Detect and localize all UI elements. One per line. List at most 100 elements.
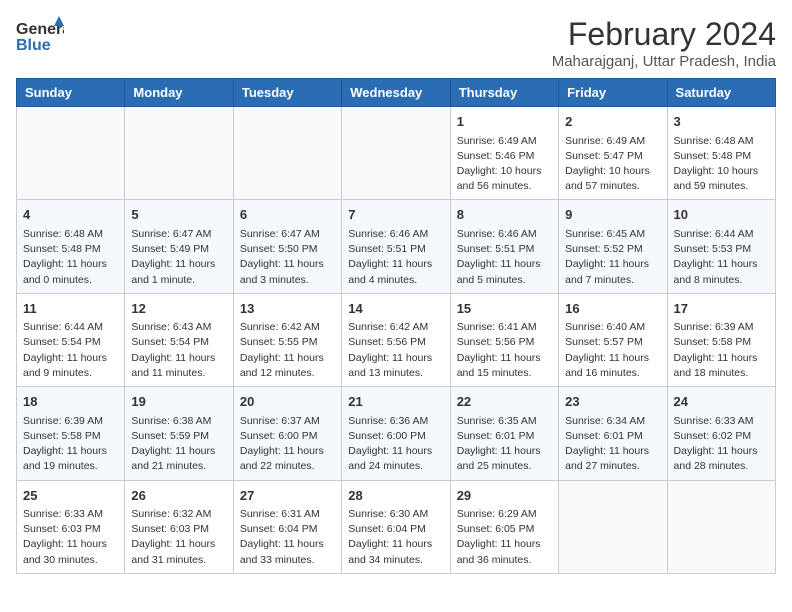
- calendar-cell: 3Sunrise: 6:48 AMSunset: 5:48 PMDaylight…: [667, 107, 775, 200]
- day-info: Sunrise: 6:39 AMSunset: 5:58 PMDaylight:…: [23, 414, 118, 475]
- day-info: Sunrise: 6:42 AMSunset: 5:56 PMDaylight:…: [348, 320, 443, 381]
- day-number: 26: [131, 486, 226, 506]
- day-info: Sunrise: 6:33 AMSunset: 6:02 PMDaylight:…: [674, 414, 769, 475]
- day-number: 14: [348, 299, 443, 319]
- day-number: 29: [457, 486, 552, 506]
- day-number: 23: [565, 392, 660, 412]
- page-header: General Blue February 2024 Maharajganj, …: [16, 16, 776, 70]
- calendar-cell: 29Sunrise: 6:29 AMSunset: 6:05 PMDayligh…: [450, 480, 558, 573]
- day-info: Sunrise: 6:33 AMSunset: 6:03 PMDaylight:…: [23, 507, 118, 568]
- month-year: February 2024: [552, 16, 776, 53]
- calendar-cell: 9Sunrise: 6:45 AMSunset: 5:52 PMDaylight…: [559, 200, 667, 293]
- calendar-cell: [342, 107, 450, 200]
- calendar-cell: 5Sunrise: 6:47 AMSunset: 5:49 PMDaylight…: [125, 200, 233, 293]
- calendar-table: SundayMondayTuesdayWednesdayThursdayFrid…: [16, 78, 776, 574]
- day-info: Sunrise: 6:49 AMSunset: 5:46 PMDaylight:…: [457, 134, 552, 195]
- day-info: Sunrise: 6:41 AMSunset: 5:56 PMDaylight:…: [457, 320, 552, 381]
- day-info: Sunrise: 6:47 AMSunset: 5:49 PMDaylight:…: [131, 227, 226, 288]
- weekday-header-sunday: Sunday: [17, 79, 125, 107]
- day-info: Sunrise: 6:34 AMSunset: 6:01 PMDaylight:…: [565, 414, 660, 475]
- calendar-cell: 24Sunrise: 6:33 AMSunset: 6:02 PMDayligh…: [667, 387, 775, 480]
- day-info: Sunrise: 6:35 AMSunset: 6:01 PMDaylight:…: [457, 414, 552, 475]
- calendar-cell: 16Sunrise: 6:40 AMSunset: 5:57 PMDayligh…: [559, 293, 667, 386]
- calendar-cell: 14Sunrise: 6:42 AMSunset: 5:56 PMDayligh…: [342, 293, 450, 386]
- day-info: Sunrise: 6:48 AMSunset: 5:48 PMDaylight:…: [23, 227, 118, 288]
- calendar-cell: 18Sunrise: 6:39 AMSunset: 5:58 PMDayligh…: [17, 387, 125, 480]
- calendar-cell: 27Sunrise: 6:31 AMSunset: 6:04 PMDayligh…: [233, 480, 341, 573]
- weekday-header-monday: Monday: [125, 79, 233, 107]
- location: Maharajganj, Uttar Pradesh, India: [552, 53, 776, 70]
- calendar-cell: [233, 107, 341, 200]
- day-number: 9: [565, 205, 660, 225]
- day-info: Sunrise: 6:44 AMSunset: 5:53 PMDaylight:…: [674, 227, 769, 288]
- weekday-header-friday: Friday: [559, 79, 667, 107]
- day-number: 4: [23, 205, 118, 225]
- calendar-cell: 2Sunrise: 6:49 AMSunset: 5:47 PMDaylight…: [559, 107, 667, 200]
- calendar-cell: 7Sunrise: 6:46 AMSunset: 5:51 PMDaylight…: [342, 200, 450, 293]
- day-info: Sunrise: 6:29 AMSunset: 6:05 PMDaylight:…: [457, 507, 552, 568]
- day-number: 13: [240, 299, 335, 319]
- day-number: 17: [674, 299, 769, 319]
- calendar-cell: 11Sunrise: 6:44 AMSunset: 5:54 PMDayligh…: [17, 293, 125, 386]
- calendar-week-row: 1Sunrise: 6:49 AMSunset: 5:46 PMDaylight…: [17, 107, 776, 200]
- calendar-cell: 19Sunrise: 6:38 AMSunset: 5:59 PMDayligh…: [125, 387, 233, 480]
- day-number: 7: [348, 205, 443, 225]
- day-number: 28: [348, 486, 443, 506]
- calendar-week-row: 4Sunrise: 6:48 AMSunset: 5:48 PMDaylight…: [17, 200, 776, 293]
- day-info: Sunrise: 6:39 AMSunset: 5:58 PMDaylight:…: [674, 320, 769, 381]
- day-number: 8: [457, 205, 552, 225]
- day-info: Sunrise: 6:47 AMSunset: 5:50 PMDaylight:…: [240, 227, 335, 288]
- calendar-cell: [559, 480, 667, 573]
- calendar-cell: 8Sunrise: 6:46 AMSunset: 5:51 PMDaylight…: [450, 200, 558, 293]
- calendar-cell: 12Sunrise: 6:43 AMSunset: 5:54 PMDayligh…: [125, 293, 233, 386]
- calendar-cell: 6Sunrise: 6:47 AMSunset: 5:50 PMDaylight…: [233, 200, 341, 293]
- day-info: Sunrise: 6:37 AMSunset: 6:00 PMDaylight:…: [240, 414, 335, 475]
- calendar-cell: 21Sunrise: 6:36 AMSunset: 6:00 PMDayligh…: [342, 387, 450, 480]
- day-number: 1: [457, 112, 552, 132]
- logo-icon: General Blue: [16, 16, 64, 54]
- calendar-cell: [17, 107, 125, 200]
- day-info: Sunrise: 6:44 AMSunset: 5:54 PMDaylight:…: [23, 320, 118, 381]
- day-number: 6: [240, 205, 335, 225]
- calendar-cell: 22Sunrise: 6:35 AMSunset: 6:01 PMDayligh…: [450, 387, 558, 480]
- day-number: 18: [23, 392, 118, 412]
- day-number: 5: [131, 205, 226, 225]
- day-info: Sunrise: 6:42 AMSunset: 5:55 PMDaylight:…: [240, 320, 335, 381]
- weekday-header-tuesday: Tuesday: [233, 79, 341, 107]
- day-number: 21: [348, 392, 443, 412]
- svg-text:Blue: Blue: [16, 37, 51, 54]
- day-info: Sunrise: 6:30 AMSunset: 6:04 PMDaylight:…: [348, 507, 443, 568]
- calendar-cell: 20Sunrise: 6:37 AMSunset: 6:00 PMDayligh…: [233, 387, 341, 480]
- calendar-cell: 28Sunrise: 6:30 AMSunset: 6:04 PMDayligh…: [342, 480, 450, 573]
- weekday-header-thursday: Thursday: [450, 79, 558, 107]
- calendar-week-row: 11Sunrise: 6:44 AMSunset: 5:54 PMDayligh…: [17, 293, 776, 386]
- calendar-cell: 25Sunrise: 6:33 AMSunset: 6:03 PMDayligh…: [17, 480, 125, 573]
- calendar-cell: 10Sunrise: 6:44 AMSunset: 5:53 PMDayligh…: [667, 200, 775, 293]
- day-info: Sunrise: 6:38 AMSunset: 5:59 PMDaylight:…: [131, 414, 226, 475]
- day-number: 16: [565, 299, 660, 319]
- day-info: Sunrise: 6:46 AMSunset: 5:51 PMDaylight:…: [348, 227, 443, 288]
- day-number: 10: [674, 205, 769, 225]
- day-info: Sunrise: 6:36 AMSunset: 6:00 PMDaylight:…: [348, 414, 443, 475]
- title-block: February 2024 Maharajganj, Uttar Pradesh…: [552, 16, 776, 70]
- calendar-cell: [667, 480, 775, 573]
- day-number: 11: [23, 299, 118, 319]
- day-info: Sunrise: 6:46 AMSunset: 5:51 PMDaylight:…: [457, 227, 552, 288]
- calendar-week-row: 18Sunrise: 6:39 AMSunset: 5:58 PMDayligh…: [17, 387, 776, 480]
- day-number: 22: [457, 392, 552, 412]
- calendar-cell: 23Sunrise: 6:34 AMSunset: 6:01 PMDayligh…: [559, 387, 667, 480]
- day-number: 27: [240, 486, 335, 506]
- day-info: Sunrise: 6:49 AMSunset: 5:47 PMDaylight:…: [565, 134, 660, 195]
- day-number: 25: [23, 486, 118, 506]
- calendar-cell: [125, 107, 233, 200]
- day-info: Sunrise: 6:45 AMSunset: 5:52 PMDaylight:…: [565, 227, 660, 288]
- day-info: Sunrise: 6:43 AMSunset: 5:54 PMDaylight:…: [131, 320, 226, 381]
- logo: General Blue: [16, 16, 68, 54]
- day-number: 20: [240, 392, 335, 412]
- calendar-cell: 1Sunrise: 6:49 AMSunset: 5:46 PMDaylight…: [450, 107, 558, 200]
- calendar-cell: 26Sunrise: 6:32 AMSunset: 6:03 PMDayligh…: [125, 480, 233, 573]
- day-info: Sunrise: 6:48 AMSunset: 5:48 PMDaylight:…: [674, 134, 769, 195]
- day-info: Sunrise: 6:32 AMSunset: 6:03 PMDaylight:…: [131, 507, 226, 568]
- weekday-header-wednesday: Wednesday: [342, 79, 450, 107]
- day-number: 2: [565, 112, 660, 132]
